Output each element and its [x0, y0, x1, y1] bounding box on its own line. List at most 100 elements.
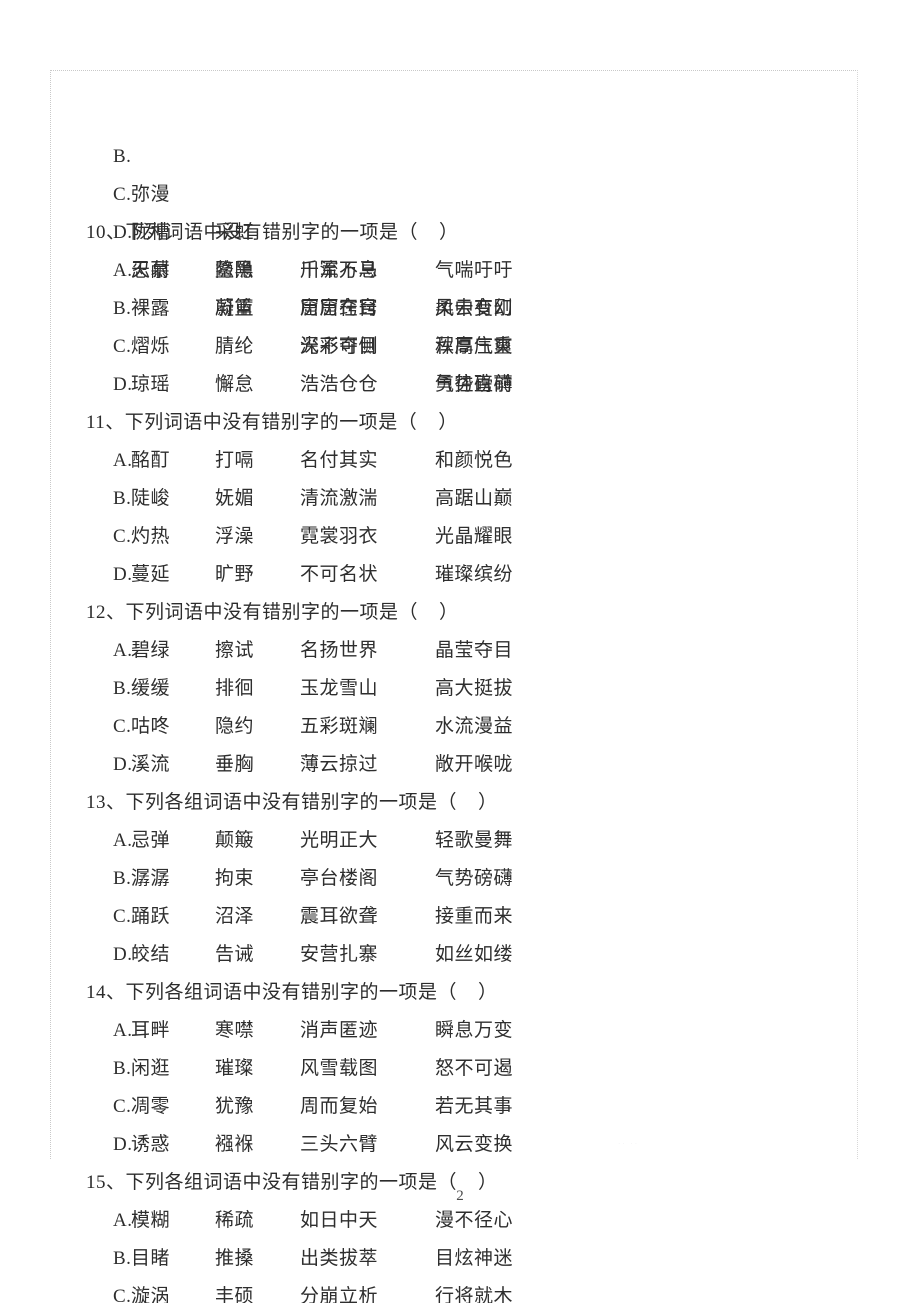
- option-col4: 气势磅礴: [435, 374, 514, 395]
- option-col3: 清流激湍: [300, 488, 379, 509]
- questions-list: 10、下列词语中没有错别字的一项是（ ） A. 天慕 鳌黑 川流不息 气喘吁吁 B. 裸露 蔚篮…: [0, 214, 920, 1303]
- option-col1: 踊跃: [131, 906, 171, 927]
- option-label: B.: [113, 678, 132, 699]
- option-row[interactable]: D. 溪流 垂胸 薄云掠过 敞开喉咙: [0, 746, 920, 784]
- option-col4: 高大挺拔: [435, 678, 514, 699]
- option-row[interactable]: C. 熠烁 腈纶 光彩夺目 秋高气爽: [0, 328, 920, 366]
- option-col2: 鳌黑: [215, 260, 255, 281]
- option-row[interactable]: C. 踊跃 沼泽 震耳欲聋 接重而来: [0, 898, 920, 936]
- option-col3: 川流不息: [300, 260, 379, 281]
- option-row[interactable]: B. 目睹 推搡 出类拔萃 目炫神迷: [0, 1240, 920, 1278]
- option-col3: 分崩立析: [300, 1286, 379, 1303]
- option-col2: 推搡: [215, 1248, 255, 1269]
- option-col1: 漩涡: [131, 1286, 171, 1303]
- option-row[interactable]: D. 蔓延 旷野 不可名状 璀璨缤纷: [0, 556, 920, 594]
- question-block: 11、下列词语中没有错别字的一项是（ ） A. 酩酊 打嗝 名付其实 和颜悦色 B. 陡峻 妩媚…: [0, 404, 920, 594]
- option-label: C.: [113, 526, 132, 547]
- question-stem: 12、下列词语中没有错别字的一项是（ ）: [86, 602, 459, 623]
- option-row[interactable]: D. 琼瑶 懈怠 浩浩仓仓 气势磅礴: [0, 366, 920, 404]
- option-row[interactable]: A. 酩酊 打嗝 名付其实 和颜悦色: [0, 442, 920, 480]
- option-row[interactable]: C. 陇槽 隐隐 窟窟窍窍 浑厚庄重: [0, 138, 920, 357]
- option-col2: 懈怠: [215, 374, 255, 395]
- option-col3: 名扬世界: [300, 640, 379, 661]
- question-block: 12、下列词语中没有错别字的一项是（ ） A. 碧绿 擦试 名扬世界 晶莹夺目 B. 缓缓 排徊…: [0, 594, 920, 784]
- option-col2: 璀璨: [215, 1058, 255, 1079]
- option-col2: 采虹: [215, 222, 255, 243]
- option-col3: 周而复始: [300, 1096, 379, 1117]
- option-label: D.: [113, 564, 133, 585]
- option-col3: 安营扎寨: [300, 944, 379, 965]
- option-row[interactable]: D. 诱惑 襁褓 三头六臂 风云变换: [0, 1126, 920, 1164]
- option-row[interactable]: B. 弥漫 采虹 千军万马 柔中有刚: [0, 100, 920, 319]
- option-label: A.: [113, 1020, 133, 1041]
- option-col1: 琼瑶: [131, 374, 171, 395]
- option-col2: 擦试: [215, 640, 255, 661]
- option-col1: 咕咚: [131, 716, 171, 737]
- option-col3: 浩浩仓仓: [300, 374, 379, 395]
- option-row[interactable]: B. 陡峻 妩媚 清流激湍 高踞山巅: [0, 480, 920, 518]
- option-row[interactable]: B. 潺潺 拘束 亭台楼阁 气势磅礴: [0, 860, 920, 898]
- option-label: C.: [113, 336, 132, 357]
- option-label: C.: [113, 1096, 132, 1117]
- option-row[interactable]: C. 漩涡 丰硕 分崩立析 行将就木: [0, 1278, 920, 1303]
- option-row[interactable]: A. 模糊 稀疏 如日中天 漫不径心: [0, 1202, 920, 1240]
- option-row[interactable]: A. 耳畔 寒噤 消声匿迹 瞬息万变: [0, 1012, 920, 1050]
- option-col2: 妩媚: [215, 488, 255, 509]
- option-col1: 潺潺: [131, 868, 171, 889]
- document-content: B. 弥漫 采虹 千军万马 柔中有刚 C. 陇槽 隐隐 窟窟窍窍 浑厚庄重 D.…: [0, 0, 920, 1303]
- option-col4: 晶莹夺目: [435, 640, 514, 661]
- option-col3: 名付其实: [300, 450, 379, 471]
- question-stem: 14、下列各组词语中没有错别字的一项是（ ）: [86, 982, 498, 1003]
- option-col1: 天慕: [131, 260, 171, 281]
- option-col1: 酩酊: [131, 450, 171, 471]
- option-col4: 怒不可遏: [435, 1058, 514, 1079]
- option-row[interactable]: B. 裸露 蔚篮 历历在目 风云变幻: [0, 290, 920, 328]
- option-col3: 光彩夺目: [300, 336, 379, 357]
- option-col2: 告诫: [215, 944, 255, 965]
- option-col1: 陡峻: [131, 488, 171, 509]
- option-col2: 旷野: [215, 564, 255, 585]
- option-row[interactable]: C. 凋零 犹豫 周而复始 若无其事: [0, 1088, 920, 1126]
- option-col3: 历历在目: [300, 298, 379, 319]
- option-row[interactable]: C. 灼热 浮澡 霓裳羽衣 光晶耀眼: [0, 518, 920, 556]
- option-col4: 敞开喉咙: [435, 754, 514, 775]
- option-label: C.: [113, 716, 132, 737]
- option-col1: 模糊: [131, 1210, 171, 1231]
- option-col1: 陇槽: [131, 222, 171, 243]
- option-col4: 如丝如缕: [435, 944, 514, 965]
- option-row[interactable]: C. 咕咚 隐约 五彩斑斓 水流漫益: [0, 708, 920, 746]
- option-label: A.: [113, 1210, 133, 1231]
- option-col2: 犹豫: [215, 1096, 255, 1117]
- option-col4: 和颜悦色: [435, 450, 514, 471]
- option-col2: 丰硕: [215, 1286, 255, 1303]
- option-col2: 稀疏: [215, 1210, 255, 1231]
- option-row[interactable]: A. 天慕 鳌黑 川流不息 气喘吁吁: [0, 252, 920, 290]
- option-col1: 碧绿: [131, 640, 171, 661]
- option-col2: 隐约: [215, 716, 255, 737]
- option-col1: 皎结: [131, 944, 171, 965]
- option-label: B.: [113, 488, 132, 509]
- option-col2: 寒噤: [215, 1020, 255, 1041]
- option-label: B.: [113, 1248, 132, 1269]
- option-col4: 璀璨缤纷: [435, 564, 514, 585]
- option-col3: 风雪载图: [300, 1058, 379, 1079]
- option-col4: 轻歌曼舞: [435, 830, 514, 851]
- option-col4: 漫不径心: [435, 1210, 514, 1231]
- option-col4: 秋高气爽: [435, 336, 514, 357]
- option-row[interactable]: D. 皎结 告诫 安营扎寨 如丝如缕: [0, 936, 920, 974]
- option-col3: 不可名状: [300, 564, 379, 585]
- option-row[interactable]: D. 忍耐 凝重 深不可侧 勇往直前: [0, 176, 920, 395]
- option-col4: 目炫神迷: [435, 1248, 514, 1269]
- option-col1: 灼热: [131, 526, 171, 547]
- question-stem: 11、下列词语中没有错别字的一项是（ ）: [86, 412, 458, 433]
- option-row[interactable]: A. 忌弹 颠簸 光明正大 轻歌曼舞: [0, 822, 920, 860]
- option-col1: 目睹: [131, 1248, 171, 1269]
- option-col1: 裸露: [131, 298, 171, 319]
- option-label: A.: [113, 830, 133, 851]
- option-col3: 如日中天: [300, 1210, 379, 1231]
- option-col3: 消声匿迹: [300, 1020, 379, 1041]
- option-row[interactable]: B. 闲逛 璀璨 风雪载图 怒不可遏: [0, 1050, 920, 1088]
- option-row[interactable]: A. 碧绿 擦试 名扬世界 晶莹夺目: [0, 632, 920, 670]
- continued-question-options: B. 弥漫 采虹 千军万马 柔中有刚 C. 陇槽 隐隐 窟窟窍窍 浑厚庄重 D.…: [0, 100, 920, 395]
- option-row[interactable]: B. 缓缓 排徊 玉龙雪山 高大挺拔: [0, 670, 920, 708]
